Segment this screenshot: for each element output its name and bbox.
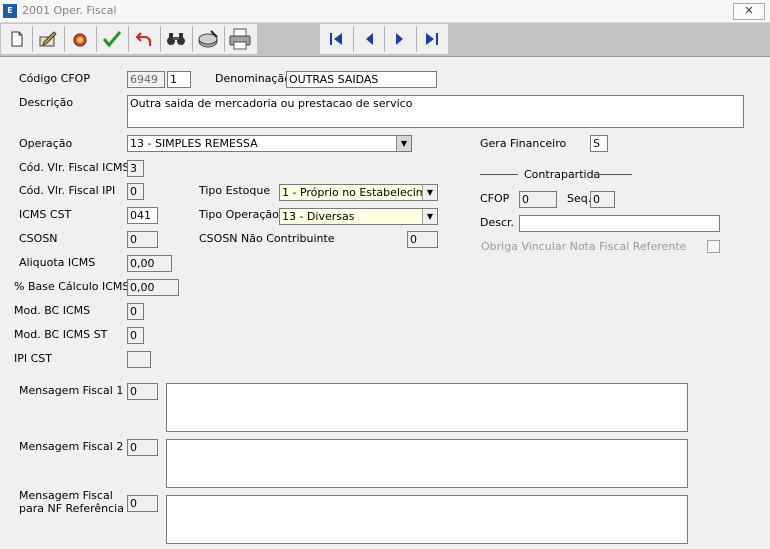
obriga-vincular-label: Obriga Vincular Nota Fiscal Referente <box>481 240 687 253</box>
mensagem-fiscal-1-text[interactable] <box>166 383 688 432</box>
mensagem-fiscal-ref-label-line2: para NF Referência <box>19 502 124 515</box>
clear-icon[interactable] <box>66 26 94 52</box>
mensagem-fiscal-ref-text[interactable] <box>166 495 688 544</box>
gera-financeiro-field[interactable]: S <box>590 135 608 152</box>
ipi-cst-label: IPI CST <box>14 352 53 365</box>
previous-record-icon[interactable] <box>355 26 383 52</box>
toolbar <box>0 23 770 57</box>
toolbar-actions-group <box>1 24 257 54</box>
mensagem-fiscal-2-code-field[interactable]: 0 <box>127 439 158 456</box>
first-record-icon[interactable] <box>322 26 350 52</box>
edit-icon[interactable] <box>34 26 62 52</box>
codigo-cfop-seq-field[interactable]: 1 <box>167 71 191 88</box>
contra-seq-field[interactable]: 0 <box>590 191 615 208</box>
base-calculo-icms-label: % Base Cálculo ICMS <box>14 280 130 293</box>
csosn-field[interactable]: 0 <box>127 231 158 248</box>
contra-cfop-label: CFOP <box>480 192 510 205</box>
tipo-estoque-label: Tipo Estoque <box>199 184 271 197</box>
toolbar-navigation-group <box>320 24 448 54</box>
cod-vlr-fiscal-ipi-field[interactable]: 0 <box>127 183 144 200</box>
mod-bc-icms-field[interactable]: 0 <box>127 303 144 320</box>
window-title: 2001 Oper. Fiscal <box>22 4 117 17</box>
confirm-check-icon[interactable] <box>98 26 126 52</box>
ipi-cst-field[interactable] <box>127 351 151 368</box>
next-record-icon[interactable] <box>386 26 414 52</box>
csosn-nao-contribuinte-field[interactable]: 0 <box>407 231 438 248</box>
contra-descr-label: Descr. <box>480 216 515 229</box>
cod-vlr-fiscal-ipi-label: Cód. Vlr. Fiscal IPI <box>19 184 116 197</box>
csosn-label: CSOSN <box>19 232 58 245</box>
search-binoculars-icon[interactable] <box>162 26 190 52</box>
denominacao-label: Denominação <box>215 72 291 85</box>
denominacao-field[interactable]: OUTRAS SAIDAS <box>286 71 437 88</box>
icms-cst-label: ICMS CST <box>19 208 72 221</box>
undo-icon[interactable] <box>130 26 158 52</box>
contra-descr-field[interactable] <box>519 215 720 232</box>
contrapartida-divider-right <box>594 174 632 175</box>
tipo-operacao-select[interactable]: 13 - Diversas ▼ <box>279 208 438 225</box>
mod-bc-icms-label: Mod. BC ICMS <box>14 304 91 317</box>
close-button[interactable]: ✕ <box>733 3 765 20</box>
tipo-estoque-select[interactable]: 1 - Próprio no Estabelecimento ▼ <box>279 184 438 201</box>
title-bar: E 2001 Oper. Fiscal ✕ <box>0 0 770 23</box>
codigo-cfop-label: Código CFOP <box>19 72 90 85</box>
codigo-cfop-field[interactable]: 6949 <box>127 71 165 88</box>
operacao-value: 13 - SIMPLES REMESSA <box>130 137 258 150</box>
mod-bc-icms-st-label: Mod. BC ICMS ST <box>14 328 108 341</box>
cod-vlr-fiscal-icms-field[interactable]: 3 <box>127 160 144 177</box>
aliquota-icms-field[interactable]: 0,00 <box>127 255 172 272</box>
tipo-operacao-value: 13 - Diversas <box>282 210 355 223</box>
mod-bc-icms-st-field[interactable]: 0 <box>127 327 144 344</box>
csosn-nao-contribuinte-label: CSOSN Não Contribuinte <box>199 232 335 245</box>
base-calculo-icms-field[interactable]: 0,00 <box>127 279 179 296</box>
last-record-icon[interactable] <box>418 26 446 52</box>
contra-seq-label: Seq. <box>567 192 592 205</box>
contra-cfop-field[interactable]: 0 <box>519 191 557 208</box>
cod-vlr-fiscal-icms-label: Cód. Vlr. Fiscal ICMS <box>19 161 130 174</box>
descricao-label: Descrição <box>19 96 74 109</box>
app-icon: E <box>3 4 17 18</box>
obriga-vincular-checkbox[interactable] <box>707 240 720 253</box>
tipo-operacao-label: Tipo Operação <box>199 208 279 221</box>
aliquota-icms-label: Aliquota ICMS <box>19 256 96 269</box>
chevron-down-icon[interactable]: ▼ <box>422 209 437 224</box>
operacao-label: Operação <box>19 137 73 150</box>
chevron-down-icon[interactable]: ▼ <box>396 136 411 151</box>
descricao-field[interactable]: Outra saida de mercadoria ou prestacao d… <box>127 95 744 128</box>
mensagem-fiscal-ref-code-field[interactable]: 0 <box>127 495 158 512</box>
operacao-select[interactable]: 13 - SIMPLES REMESSA ▼ <box>127 135 412 152</box>
mensagem-fiscal-2-label: Mensagem Fiscal 2 <box>19 440 124 453</box>
icms-cst-field[interactable]: 041 <box>127 207 158 224</box>
print-icon[interactable] <box>226 26 254 52</box>
new-document-icon[interactable] <box>3 26 31 52</box>
contrapartida-label: Contrapartida <box>524 168 601 181</box>
mensagem-fiscal-2-text[interactable] <box>166 439 688 488</box>
chevron-down-icon[interactable]: ▼ <box>422 185 437 200</box>
contrapartida-divider-left <box>480 174 518 175</box>
delete-icon[interactable] <box>194 26 222 52</box>
mensagem-fiscal-1-label: Mensagem Fiscal 1 <box>19 384 124 397</box>
tipo-estoque-value: 1 - Próprio no Estabelecimento <box>282 186 438 199</box>
mensagem-fiscal-ref-label-line1: Mensagem Fiscal <box>19 489 113 502</box>
mensagem-fiscal-1-code-field[interactable]: 0 <box>127 383 158 400</box>
gera-financeiro-label: Gera Financeiro <box>480 137 567 150</box>
